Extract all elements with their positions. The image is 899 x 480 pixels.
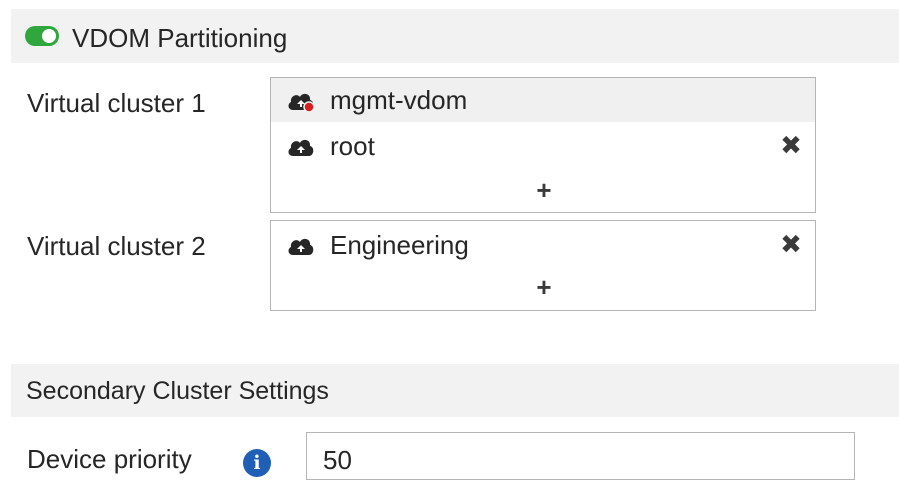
- vdom-item-name: mgmt-vdom: [330, 85, 468, 115]
- secondary-cluster-settings-title: Secondary Cluster Settings: [26, 377, 329, 405]
- secondary-cluster-settings-header: Secondary Cluster Settings: [11, 364, 899, 417]
- device-priority-label: Device priority: [27, 444, 192, 474]
- cloud-icon: [288, 139, 314, 156]
- virtual-cluster-1-label: Virtual cluster 1: [27, 88, 206, 118]
- virtual-cluster-2-label: Virtual cluster 2: [27, 231, 206, 261]
- add-vdom-button[interactable]: +: [534, 274, 554, 300]
- vdom-item-mgmt-vdom[interactable]: mgmt-vdom: [271, 78, 815, 122]
- vdom-item-name: Engineering: [330, 230, 469, 260]
- virtual-cluster-1-list: mgmt-vdom root ✖ +: [270, 77, 816, 213]
- toggle-knob: [42, 29, 56, 43]
- device-priority-input[interactable]: [306, 432, 855, 480]
- info-icon[interactable]: i: [243, 449, 271, 477]
- cloud-icon: [288, 93, 315, 112]
- cloud-icon: [288, 238, 314, 255]
- vdom-item-root[interactable]: root ✖: [271, 124, 815, 168]
- vdom-partitioning-header: VDOM Partitioning: [11, 9, 899, 63]
- vdom-partitioning-title: VDOM Partitioning: [72, 23, 288, 53]
- virtual-cluster-2-list: Engineering ✖ +: [270, 220, 816, 311]
- remove-icon[interactable]: ✖: [779, 132, 803, 158]
- vdom-partitioning-toggle[interactable]: [25, 26, 59, 46]
- remove-icon[interactable]: ✖: [779, 231, 803, 257]
- vdom-item-name: root: [330, 131, 375, 161]
- add-vdom-button[interactable]: +: [534, 177, 554, 203]
- vdom-item-engineering[interactable]: Engineering ✖: [271, 223, 815, 267]
